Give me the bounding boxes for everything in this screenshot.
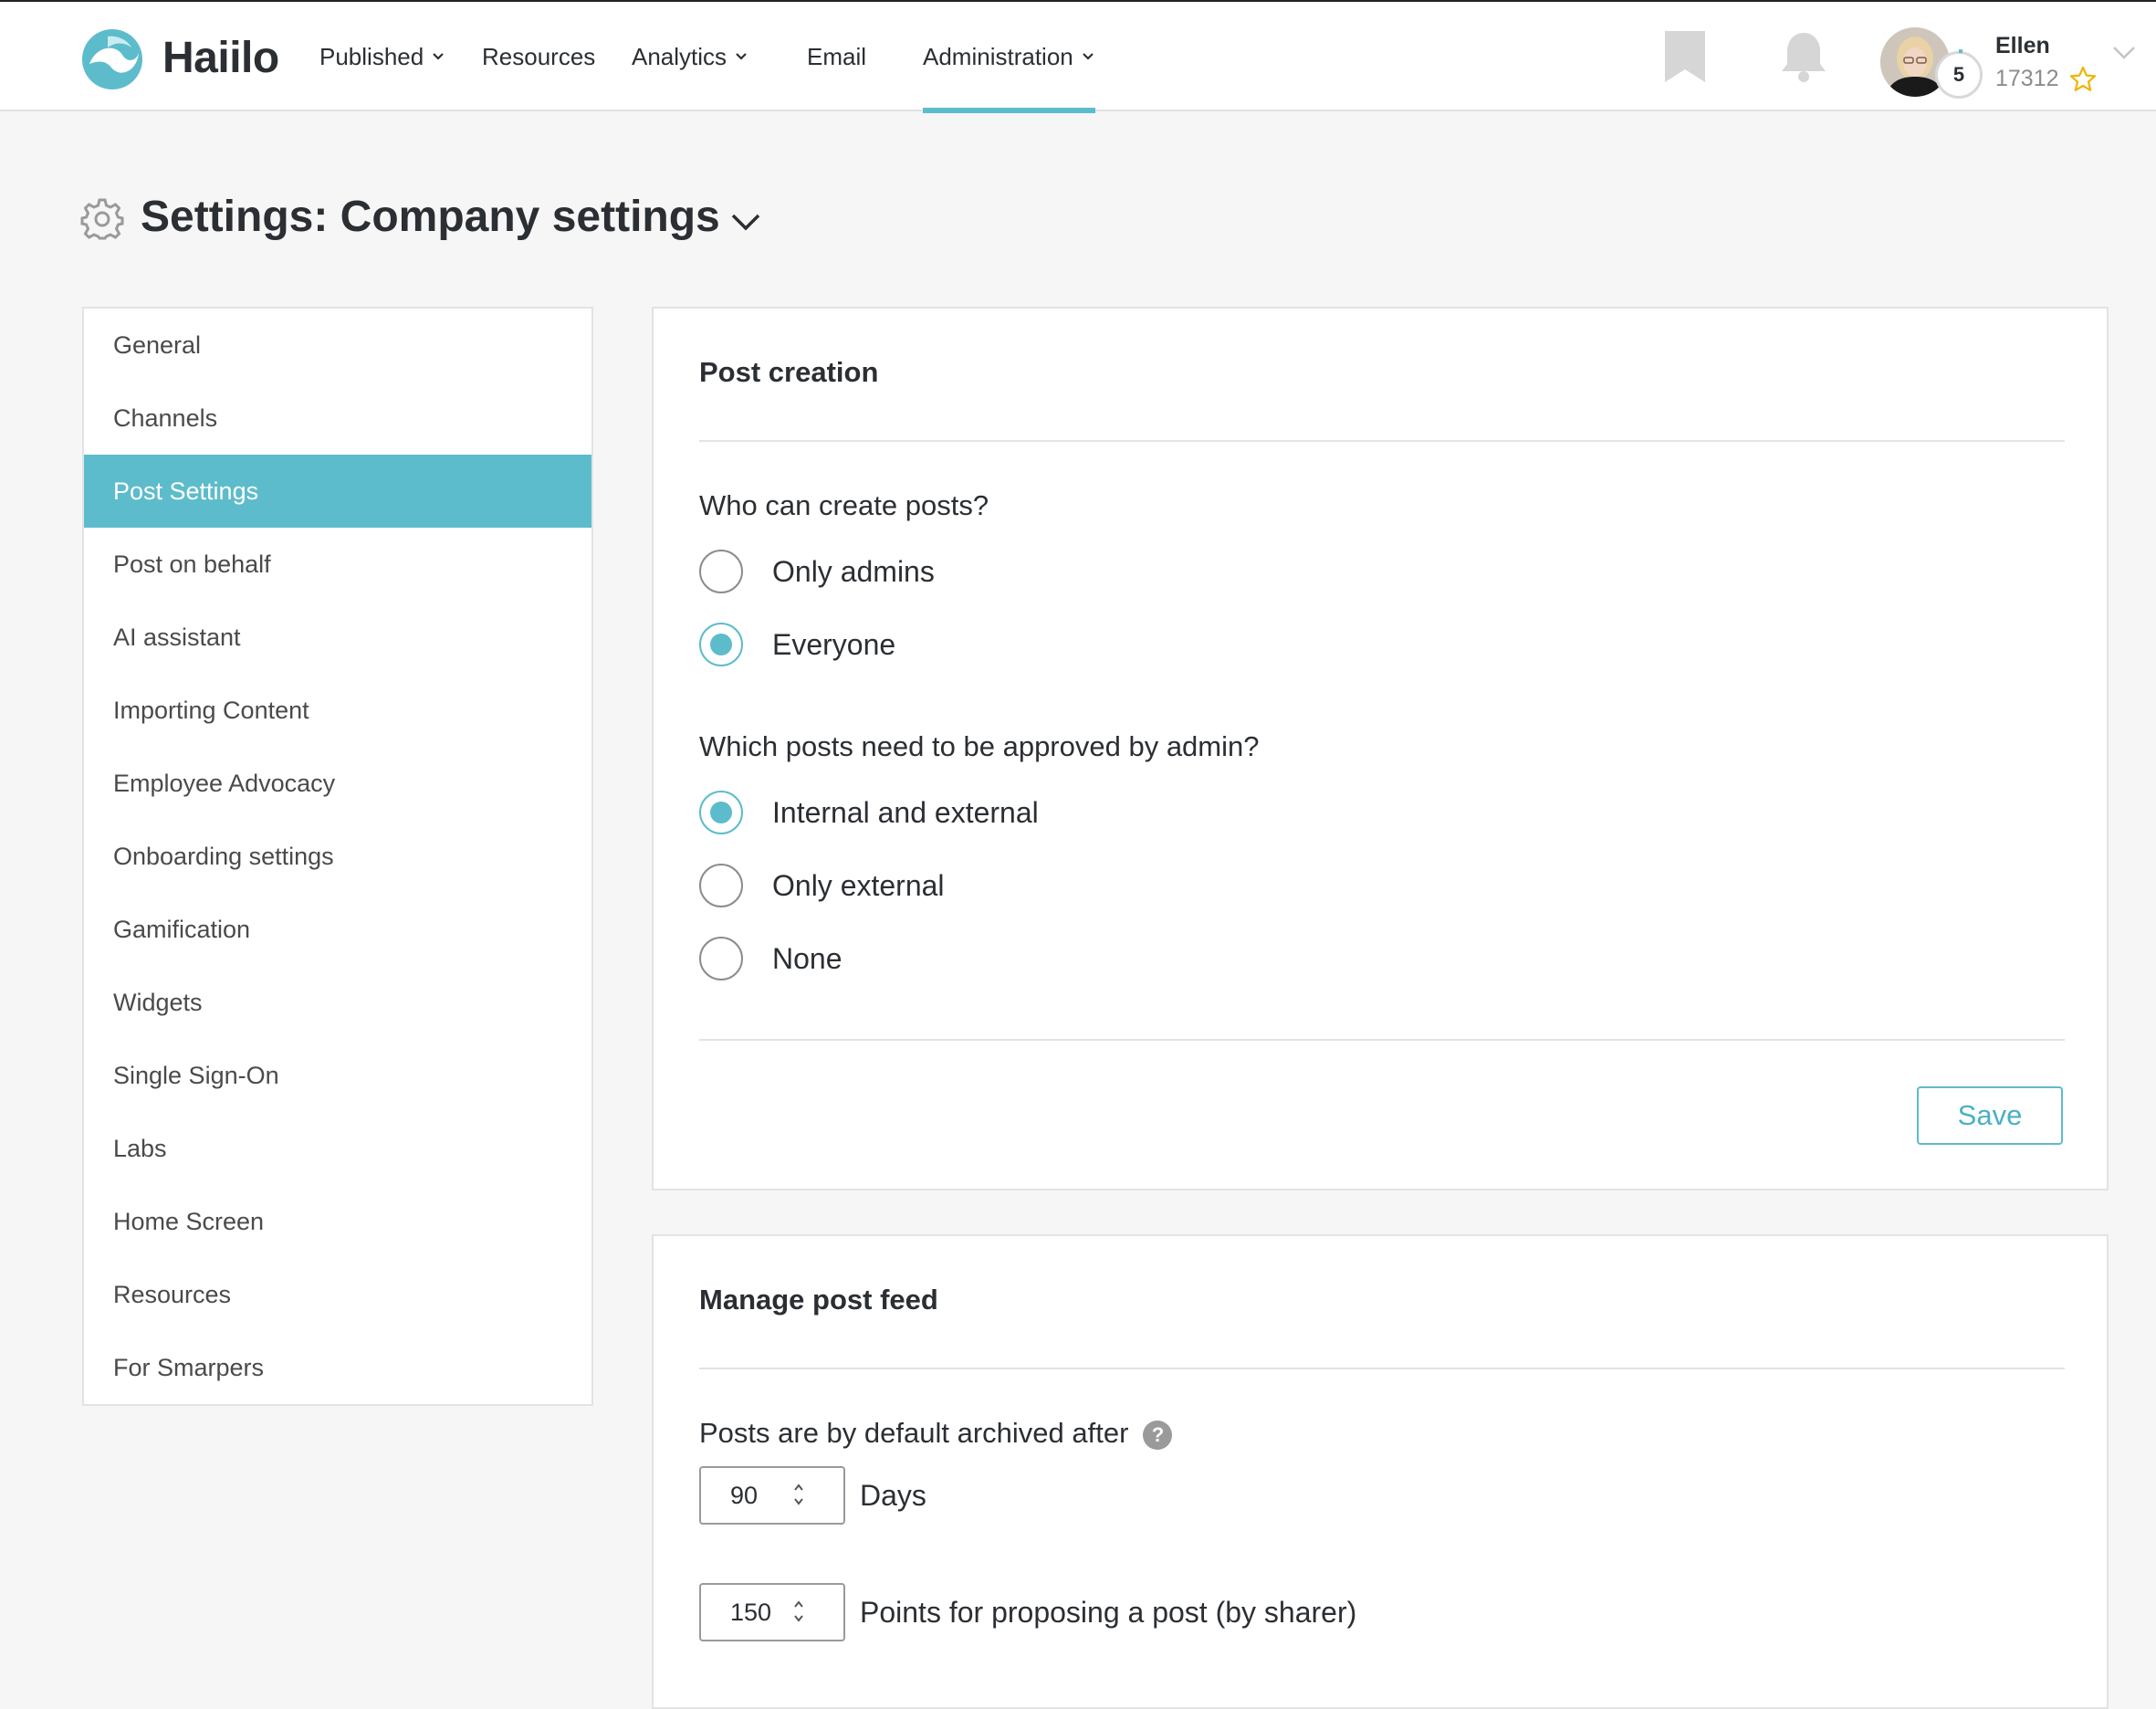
sidebar-item-single-sign-on[interactable]: Single Sign-On [84,1039,591,1112]
manage-post-feed-panel: Manage post feed Posts are by default ar… [652,1234,2109,1709]
chevron-down-icon [1082,53,1094,60]
save-button[interactable]: Save [1917,1086,2063,1145]
sidebar-item-general[interactable]: General [84,309,591,382]
nav-resources[interactable]: Resources [482,2,595,111]
haiilo-logo-icon[interactable] [80,27,144,91]
radio-dot [710,634,732,655]
radio-button[interactable] [699,623,743,666]
radio-button[interactable] [699,864,743,907]
user-menu-chevron-icon[interactable] [2112,46,2136,60]
sidebar-item-employee-advocacy[interactable]: Employee Advocacy [84,747,591,820]
nav-label: Published [319,42,424,70]
radio-everyone[interactable]: Everyone [699,623,895,666]
proposing-points-label: Points for proposing a post (by sharer) [860,1596,1357,1629]
star-icon [2069,66,2097,91]
chevron-down-icon[interactable] [730,212,761,232]
sidebar-item-onboarding-settings[interactable]: Onboarding settings [84,820,591,893]
bell-icon[interactable] [1778,29,1829,86]
sidebar-item-channels[interactable]: Channels [84,382,591,455]
settings-sidebar: General Channels Post Settings Post on b… [82,307,593,1406]
radio-internal-and-external[interactable]: Internal and external [699,791,1039,834]
sidebar-item-gamification[interactable]: Gamification [84,893,591,966]
nav-analytics[interactable]: Analytics [632,2,748,111]
radio-button[interactable] [699,550,743,593]
radio-button[interactable] [699,937,743,980]
radio-dot [710,802,732,823]
radio-label: Internal and external [772,795,1039,829]
chevron-down-icon [433,53,444,60]
help-icon[interactable]: ? [1143,1420,1173,1450]
radio-label: None [772,941,843,975]
user-name[interactable]: Ellen [1995,33,2050,59]
nav-published[interactable]: Published [319,2,445,111]
archive-unit-label: Days [860,1479,926,1512]
archive-days-value: 90 [730,1481,759,1509]
divider [699,1039,2065,1041]
bookmark-icon[interactable] [1659,29,1711,86]
who-can-create-question: Who can create posts? [699,489,989,521]
post-creation-panel: Post creation Who can create posts? Only… [652,307,2109,1190]
chevron-down-icon [736,53,747,60]
radio-only-external[interactable]: Only external [699,864,945,907]
archive-label-text: Posts are by default archived after [699,1417,1129,1449]
page-title: Settings: Company settings [141,193,720,241]
gear-icon [80,198,124,240]
radio-only-admins[interactable]: Only admins [699,550,935,593]
sidebar-item-labs[interactable]: Labs [84,1112,591,1185]
proposing-points-value: 150 [730,1598,772,1626]
panel-title: Manage post feed [699,1284,938,1316]
brand-name[interactable]: Haiilo [162,33,279,83]
level-progress-icon [1958,48,1963,54]
sidebar-item-importing-content[interactable]: Importing Content [84,674,591,747]
sidebar-item-home-screen[interactable]: Home Screen [84,1185,591,1258]
panel-title: Post creation [699,356,879,388]
sidebar-item-for-smarpers[interactable]: For Smarpers [84,1331,591,1404]
proposing-points-input[interactable]: 150 [699,1583,845,1641]
divider [699,1368,2065,1369]
sidebar-item-post-on-behalf[interactable]: Post on behalf [84,528,591,601]
nav-label: Resources [482,42,596,70]
sidebar-item-widgets[interactable]: Widgets [84,966,591,1039]
top-navbar: Haiilo Published Resources Analytics Ema… [0,0,2156,113]
nav-label: Analytics [632,42,727,70]
sidebar-item-ai-assistant[interactable]: AI assistant [84,601,591,674]
stepper-icon[interactable] [792,1598,805,1625]
approval-question: Which posts need to be approved by admin… [699,730,1260,762]
nav-label: Email [807,42,867,70]
radio-label: Everyone [772,627,896,661]
nav-administration[interactable]: Administration [923,2,1095,113]
sidebar-item-post-settings[interactable]: Post Settings [84,455,591,528]
archive-setting-label: Posts are by default archived after? [699,1417,1173,1450]
sidebar-item-resources[interactable]: Resources [84,1258,591,1331]
stepper-icon[interactable] [792,1481,805,1508]
nav-label: Administration [923,42,1073,70]
radio-label: Only admins [772,554,935,588]
divider [699,440,2065,442]
nav-email[interactable]: Email [807,2,866,111]
radio-button[interactable] [699,791,743,834]
radio-none[interactable]: None [699,937,843,980]
user-points: 17312 [1995,66,2059,91]
archive-days-input[interactable]: 90 [699,1466,845,1525]
radio-label: Only external [772,868,945,902]
